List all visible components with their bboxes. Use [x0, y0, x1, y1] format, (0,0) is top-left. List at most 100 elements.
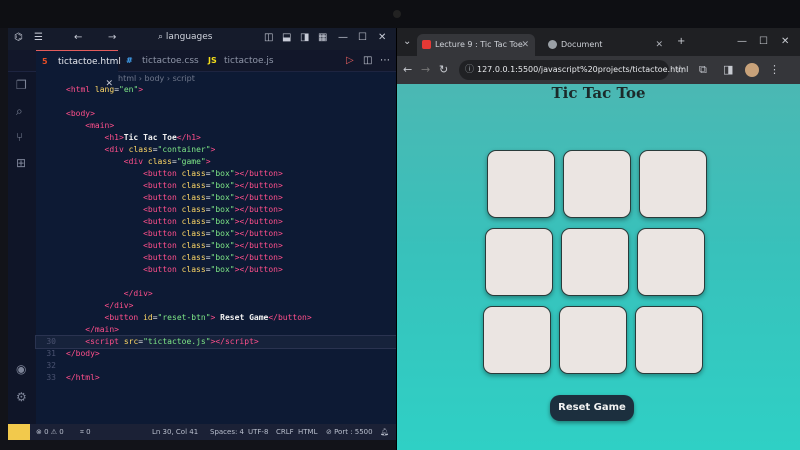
source-control-icon[interactable]: ⑂: [16, 130, 23, 144]
reset-game-button[interactable]: Reset Game: [550, 395, 634, 421]
back-arrow-icon[interactable]: ←: [74, 32, 82, 43]
toggle-sidebar-icon[interactable]: ◫: [264, 32, 273, 43]
remote-indicator[interactable]: [8, 424, 30, 440]
forward-arrow-icon[interactable]: →: [108, 32, 116, 43]
more-actions-icon[interactable]: ⋯: [380, 55, 390, 66]
reload-icon[interactable]: ↻: [439, 63, 448, 76]
bookmark-star-icon[interactable]: ☆: [675, 63, 685, 76]
back-icon[interactable]: ←: [403, 63, 412, 76]
line-number: 31: [46, 349, 56, 358]
indentation[interactable]: Spaces: 4: [210, 424, 244, 440]
chrome-toolbar: ← → ↻ ⓘ 127.0.0.1:5500/javascript%20proj…: [397, 56, 800, 84]
code-line[interactable]: <div class="container">: [36, 144, 396, 156]
code-line[interactable]: <main>: [36, 120, 396, 132]
notifications-icon[interactable]: 🔔︎: [380, 424, 389, 440]
address-bar[interactable]: ⓘ 127.0.0.1:5500/javascript%20projects/t…: [459, 60, 688, 80]
code-line[interactable]: <button class="box"></button>: [36, 168, 396, 180]
tab-close-icon[interactable]: ✕: [521, 34, 529, 56]
run-icon[interactable]: ▷: [346, 55, 354, 66]
minimize-icon[interactable]: —: [338, 32, 348, 43]
line-endings[interactable]: CRLF: [276, 424, 294, 440]
board-cell-4[interactable]: [485, 228, 553, 296]
board-cell-3[interactable]: [639, 150, 707, 218]
board-cell-9[interactable]: [635, 306, 703, 374]
search-icon[interactable]: ⌕: [16, 104, 23, 119]
board-cell-5[interactable]: [561, 228, 629, 296]
forward-icon[interactable]: →: [421, 63, 430, 76]
code-line[interactable]: <button id="reset-btn"> Reset Game</butt…: [36, 312, 396, 324]
menu-icon[interactable]: ☰: [34, 32, 43, 43]
customize-layout-icon[interactable]: ▦: [318, 32, 327, 43]
breadcrumb[interactable]: html › body › script: [118, 74, 195, 83]
maximize-icon[interactable]: ☐: [759, 36, 768, 47]
code-line[interactable]: <body>: [36, 108, 396, 120]
code-line[interactable]: <button class="box"></button>: [36, 216, 396, 228]
account-icon[interactable]: ◉: [16, 362, 26, 376]
tab-document[interactable]: Document ✕: [543, 34, 669, 56]
side-panel-icon[interactable]: ◨: [723, 63, 733, 76]
extensions-icon[interactable]: ⧉: [699, 63, 707, 77]
extensions-icon[interactable]: ⊞: [16, 156, 26, 170]
code-line[interactable]: 31 </body>: [36, 348, 396, 360]
board-cell-8[interactable]: [559, 306, 627, 374]
code-text: <button class="box"></button>: [143, 193, 283, 202]
toggle-secondary-sidebar-icon[interactable]: ◨: [300, 32, 309, 43]
code-line[interactable]: <html lang="en">: [36, 84, 396, 96]
toggle-panel-icon[interactable]: ⬓: [282, 32, 291, 43]
code-line[interactable]: </div>: [36, 288, 396, 300]
close-icon[interactable]: ✕: [781, 36, 789, 47]
code-line[interactable]: <button class="box"></button>: [36, 228, 396, 240]
encoding[interactable]: UTF-8: [248, 424, 268, 440]
code-line[interactable]: </div>: [36, 300, 396, 312]
vscode-titlebar: ⌬ ☰ ← → ⌕ languages ◫ ⬓ ◨ ▦ — ☐ ✕: [8, 28, 396, 50]
code-line[interactable]: <button class="box"></button>: [36, 264, 396, 276]
problems-count[interactable]: ⊗ 0 ⚠ 0: [36, 424, 64, 440]
code-line[interactable]: 30 <script src="tictactoe.js"></script>: [35, 335, 396, 349]
code-line[interactable]: <button class="box"></button>: [36, 252, 396, 264]
tab-search-icon[interactable]: ⌄: [403, 36, 411, 47]
live-server-port[interactable]: ⊘ Port : 5500: [326, 424, 373, 440]
code-text: <button class="box"></button>: [143, 169, 283, 178]
close-icon[interactable]: ✕: [378, 32, 386, 43]
code-line[interactable]: <div class="game">: [36, 156, 396, 168]
code-line[interactable]: 32: [36, 360, 396, 372]
command-center-search[interactable]: ⌕ languages: [158, 32, 213, 42]
tab-close-icon[interactable]: ✕: [655, 34, 663, 56]
html-file-icon: 5: [42, 57, 48, 66]
new-tab-icon[interactable]: +: [677, 36, 685, 47]
command-center-text: languages: [165, 32, 213, 42]
chrome-window: ⌄ Lecture 9 : Tic Tac Toe Game i ✕ Docum…: [397, 28, 800, 450]
board-cell-2[interactable]: [563, 150, 631, 218]
language-mode[interactable]: HTML: [298, 424, 317, 440]
tab-tictactoe-js[interactable]: JS tictactoe.js: [202, 50, 282, 72]
code-text: <html lang="en">: [66, 85, 144, 94]
code-line[interactable]: [36, 96, 396, 108]
code-text: <button class="box"></button>: [143, 253, 283, 262]
code-line[interactable]: [36, 276, 396, 288]
ports-count[interactable]: ⌗ 0: [80, 424, 91, 440]
code-line[interactable]: </main>: [36, 324, 396, 336]
cursor-position[interactable]: Ln 30, Col 41: [152, 424, 198, 440]
explorer-icon[interactable]: ❐: [16, 78, 27, 92]
code-editor[interactable]: <html lang="en"> <body> <main> <h1>Tic Ta…: [35, 84, 396, 424]
profile-avatar[interactable]: [745, 63, 759, 77]
tab-tictactoe-html[interactable]: 5 tictactoe.html ✕: [36, 50, 121, 89]
board-cell-7[interactable]: [483, 306, 551, 374]
split-editor-icon[interactable]: ◫: [363, 55, 372, 66]
code-line[interactable]: <button class="box"></button>: [36, 192, 396, 204]
code-line[interactable]: <button class="box"></button>: [36, 240, 396, 252]
tab-lecture-9[interactable]: Lecture 9 : Tic Tac Toe Game i ✕: [417, 34, 535, 71]
chrome-menu-icon[interactable]: ⋮: [769, 63, 780, 76]
code-line[interactable]: 33 </html>: [36, 372, 396, 384]
site-info-icon[interactable]: ⓘ: [465, 60, 474, 80]
board-cell-1[interactable]: [487, 150, 555, 218]
minimize-icon[interactable]: —: [737, 36, 747, 47]
tab-label: tictactoe.html: [58, 57, 121, 67]
code-line[interactable]: <button class="box"></button>: [36, 180, 396, 192]
code-line[interactable]: <h1>Tic Tac Toe</h1>: [36, 132, 396, 144]
settings-gear-icon[interactable]: ⚙: [16, 390, 27, 404]
code-line[interactable]: <button class="box"></button>: [36, 204, 396, 216]
board-cell-6[interactable]: [637, 228, 705, 296]
maximize-icon[interactable]: ☐: [358, 32, 367, 43]
tab-tictactoe-css[interactable]: # tictactoe.css: [120, 50, 200, 72]
